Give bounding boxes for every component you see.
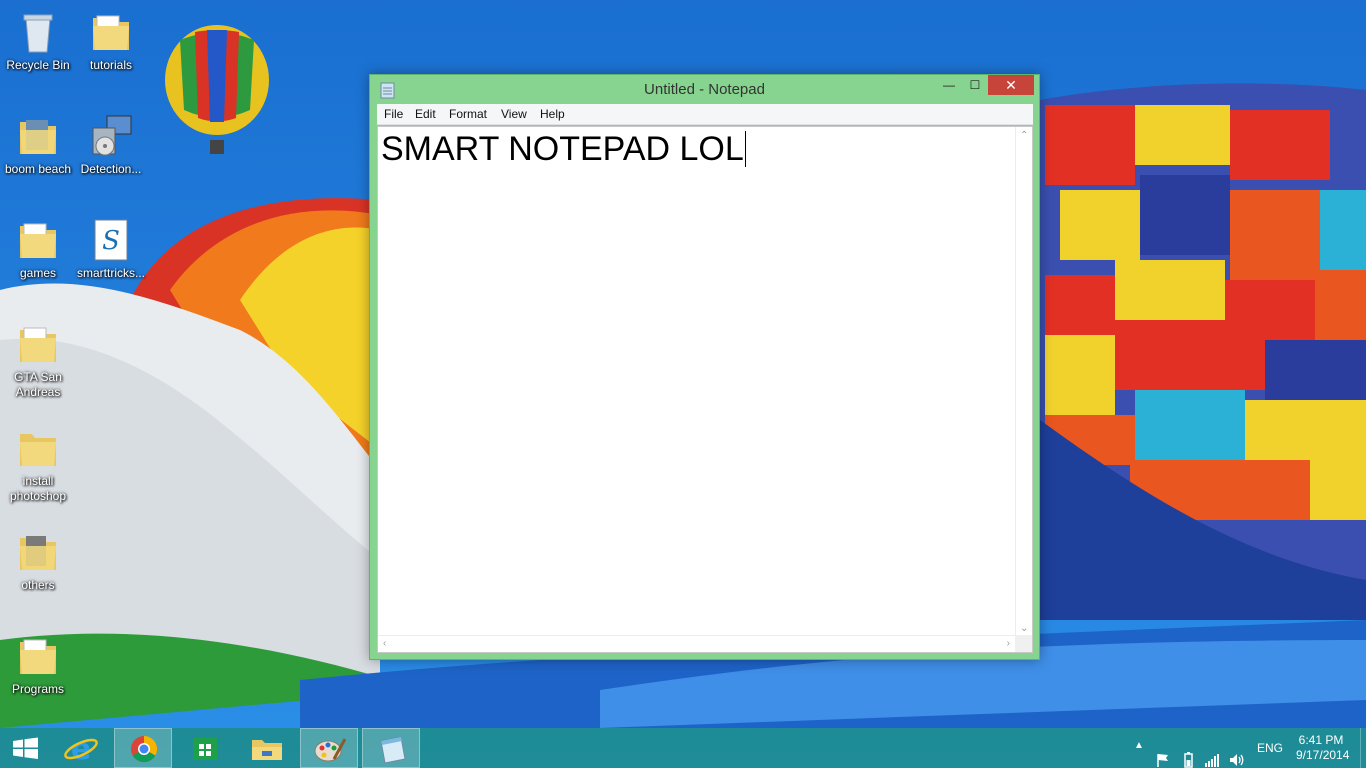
taskbar-internet-explorer[interactable]: e — [52, 728, 110, 768]
minimize-button[interactable]: — — [936, 75, 962, 95]
desktop-icon-label: GTA San Andreas — [14, 370, 62, 399]
input-language-indicator[interactable]: ENG — [1257, 741, 1283, 768]
desktop-icon-detection[interactable]: Detection... — [73, 112, 149, 177]
desktop-icon-label: others — [21, 578, 55, 592]
setup-icon — [92, 115, 132, 156]
taskbar-store[interactable] — [176, 728, 234, 768]
close-button[interactable]: ✕ — [988, 75, 1034, 95]
folder-icon — [20, 120, 56, 154]
clock[interactable]: 6:41 PM 9/17/2014 — [1296, 733, 1350, 768]
notepad-icon — [380, 736, 406, 764]
desktop-icon-label: smarttricks... — [77, 266, 145, 280]
volume-speaker-icon[interactable] — [1228, 740, 1246, 768]
folder-icon — [93, 15, 129, 50]
desktop-icon-tutorials[interactable]: tutorials — [73, 8, 149, 73]
folder-icon — [20, 223, 56, 258]
horizontal-scrollbar[interactable]: ‹ › — [378, 635, 1016, 652]
menu-file[interactable]: File — [384, 107, 403, 121]
clock-time: 6:41 PM — [1298, 733, 1344, 747]
file-explorer-icon — [252, 740, 282, 760]
desktop-icon-label: install photoshop — [9, 474, 67, 503]
scroll-down-arrow-icon[interactable]: ⌄ — [1020, 623, 1028, 634]
battery-power-icon[interactable] — [1180, 740, 1196, 768]
script-file-icon: S — [94, 219, 128, 261]
text-editor-area[interactable]: SMART NOTEPAD LOL ⌃ ⌄ ‹ › — [377, 126, 1033, 653]
taskbar-chrome[interactable] — [114, 728, 172, 768]
scroll-right-arrow-icon[interactable]: › — [1007, 638, 1010, 649]
notepad-window[interactable]: Untitled - Notepad — ☐ ✕ File Edit Forma… — [369, 74, 1040, 660]
editor-text: SMART NOTEPAD LOL — [381, 130, 744, 168]
clock-date: 9/17/2014 — [1296, 748, 1350, 762]
desktop-icon-label: tutorials — [89, 58, 133, 72]
svg-text:S: S — [102, 226, 120, 256]
menu-help[interactable]: Help — [540, 107, 565, 121]
desktop-icon-games[interactable]: games — [0, 216, 76, 281]
folder-icon — [20, 434, 56, 466]
desktop-icon-gta-san-andreas[interactable]: GTA San Andreas — [0, 320, 76, 400]
network-signal-icon[interactable] — [1204, 740, 1220, 768]
desktop-icon-label: boom beach — [4, 162, 72, 176]
store-icon — [193, 738, 217, 760]
svg-text:e: e — [71, 732, 91, 767]
windows-logo-icon — [13, 737, 38, 759]
show-hidden-icons-chevron-icon[interactable]: ▲ — [1134, 740, 1144, 768]
taskbar: e ▲ ENG 6:41 PM 9/17/2014 — [0, 728, 1366, 768]
folder-icon — [20, 536, 56, 570]
start-button[interactable] — [0, 728, 50, 768]
maximize-button[interactable]: ☐ — [962, 75, 988, 95]
folder-icon — [20, 327, 56, 362]
desktop-icon-label: Detection... — [80, 162, 142, 176]
scroll-left-arrow-icon[interactable]: ‹ — [383, 638, 386, 649]
internet-explorer-icon: e — [64, 732, 98, 767]
desktop-icon-others[interactable]: others — [0, 528, 76, 593]
menu-bar: File Edit Format View Help — [377, 104, 1033, 125]
desktop-icon-recycle-bin[interactable]: Recycle Bin — [0, 8, 76, 73]
paint-icon — [314, 738, 347, 762]
taskbar-notepad[interactable] — [362, 728, 420, 768]
editor-content[interactable]: SMART NOTEPAD LOL — [381, 130, 746, 169]
title-bar[interactable]: Untitled - Notepad — ☐ ✕ — [370, 75, 1039, 104]
desktop-icon-boom-beach[interactable]: boom beach — [0, 112, 76, 177]
chrome-icon — [131, 735, 158, 763]
desktop-icon-label: Programs — [11, 682, 64, 696]
desktop-icon-label: Recycle Bin — [6, 58, 70, 72]
menu-edit[interactable]: Edit — [415, 107, 436, 121]
text-caret — [744, 131, 746, 167]
scroll-up-arrow-icon[interactable]: ⌃ — [1020, 130, 1028, 141]
action-center-flag-icon[interactable] — [1155, 740, 1171, 768]
taskbar-file-explorer[interactable] — [238, 728, 296, 768]
taskbar-paint[interactable] — [300, 728, 358, 768]
menu-view[interactable]: View — [501, 107, 527, 121]
resize-grip-icon[interactable] — [1015, 635, 1032, 652]
desktop-icon-install-photoshop[interactable]: install photoshop — [0, 424, 76, 504]
folder-icon — [20, 639, 56, 674]
vertical-scrollbar[interactable]: ⌃ ⌄ — [1015, 127, 1032, 636]
desktop-icon-label: games — [19, 266, 57, 280]
menu-format[interactable]: Format — [449, 107, 487, 121]
desktop-icon-programs[interactable]: Programs — [0, 632, 76, 697]
desktop-icon-smarttricks[interactable]: S smarttricks... — [73, 216, 149, 281]
show-desktop-button[interactable] — [1360, 728, 1366, 768]
recycle-bin-icon — [23, 14, 53, 53]
